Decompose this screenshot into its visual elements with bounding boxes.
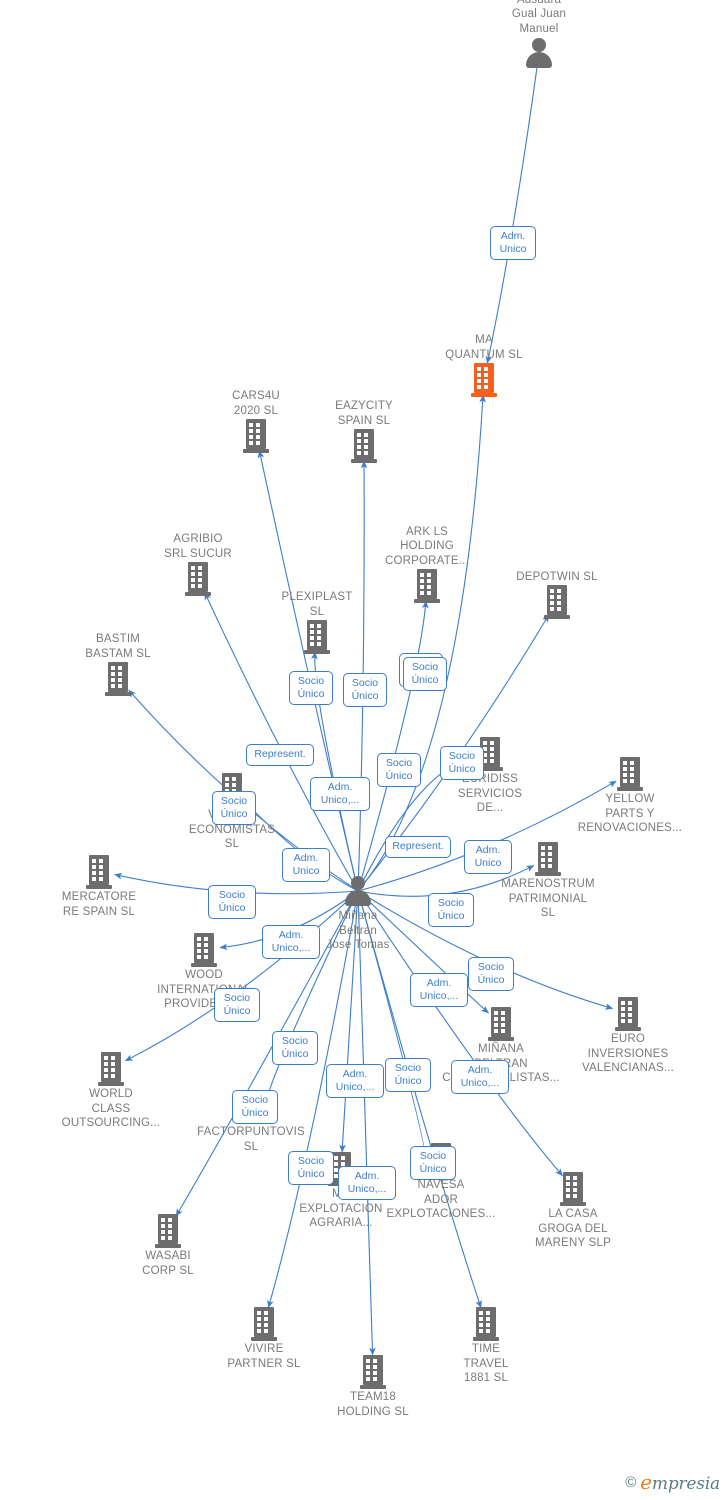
company-icon [488, 1007, 514, 1041]
graph-node-depotwin[interactable]: DEPOTWIN SL [487, 570, 627, 619]
edge-label-badge[interactable]: Socio Único [468, 957, 514, 991]
edge-label-badge[interactable]: Socio Único [343, 673, 387, 707]
company-icon [351, 429, 377, 463]
graph-node-maquantum[interactable]: MA QUANTUM SL [414, 333, 554, 397]
edge-label-badge[interactable]: Adm. Unico [464, 840, 512, 874]
company-icon [191, 933, 217, 967]
empresia-watermark: © empresia [625, 1470, 720, 1494]
company-icon [243, 419, 269, 453]
edge-label-badge[interactable]: Adm. Unico [490, 226, 536, 260]
edge-label-badge[interactable]: Adm. Unico,... [310, 777, 370, 811]
edge-label-badge[interactable]: Socio Único [214, 988, 260, 1022]
edge-label-badge[interactable]: Represent. [385, 836, 451, 858]
edge-label-badge[interactable]: Socio Único [272, 1031, 318, 1065]
graph-node-minana[interactable]: Miñana Beltran Jose Tomas [288, 874, 428, 953]
node-label: DEPOTWIN SL [516, 570, 598, 583]
company-icon [414, 569, 440, 603]
copyright-icon: © [625, 1473, 637, 1491]
node-label: ARK LS HOLDING CORPORATE... [385, 525, 469, 567]
company-icon [615, 997, 641, 1031]
graph-node-plexiplast[interactable]: PLEXIPLAST SL [247, 590, 387, 654]
graph-node-worldclass[interactable]: WORLD CLASS OUTSOURCING... [41, 1051, 181, 1131]
node-label: FACTORPUNTOVIS SL [197, 1126, 305, 1153]
edge-label-badge[interactable]: Socio Único [403, 657, 447, 691]
edge-adsuara-to-maquantum [485, 52, 540, 364]
graph-node-lacasa[interactable]: LA CASA GROGA DEL MARENY SLP [503, 1171, 643, 1251]
edge-label-badge[interactable]: Socio Único [288, 1151, 334, 1185]
edge-label-badge[interactable]: Socio Único [385, 1058, 431, 1092]
brand-initial: e [640, 1470, 652, 1494]
company-icon [544, 585, 570, 619]
graph-node-agribio[interactable]: AGRIBIO SRL SUCUR [128, 532, 268, 596]
node-label: TEAM18 HOLDING SL [337, 1391, 409, 1418]
brand-name: empresia [640, 1470, 720, 1494]
edge-label-badge[interactable]: Socio Único [212, 791, 256, 825]
network-graph-canvas[interactable]: Adsuara Gual Juan ManuelMA QUANTUM SLCAR… [0, 0, 728, 1500]
edge-label-badge[interactable]: Socio Único [410, 1146, 456, 1180]
company-icon [473, 1307, 499, 1341]
company-icon [105, 662, 131, 696]
graph-node-adsuara[interactable]: Adsuara Gual Juan Manuel [469, 0, 609, 71]
edge-label-badge[interactable]: Socio Único [377, 753, 421, 787]
company-icon-highlighted [471, 363, 497, 397]
edge-label-badge[interactable]: Adm. Unico,... [410, 973, 468, 1007]
company-icon [251, 1307, 277, 1341]
edge-minana-to-team18 [357, 890, 376, 1356]
company-icon [98, 1052, 124, 1086]
company-icon [304, 620, 330, 654]
edge-minana-to-timetravel [357, 890, 482, 1309]
node-label: MA QUANTUM SL [445, 334, 523, 361]
node-label: EAZYCITY SPAIN SL [335, 400, 393, 427]
company-icon [360, 1355, 386, 1389]
node-label: AGRIBIO SRL SUCUR [164, 533, 232, 560]
edge-label-badge[interactable]: Socio Único [428, 893, 474, 927]
company-icon [535, 842, 561, 876]
node-label: WASABI CORP SL [142, 1250, 194, 1277]
person-icon [522, 38, 556, 68]
company-icon [617, 757, 643, 791]
company-icon [86, 855, 112, 889]
edge-label-badge[interactable]: Adm. Unico,... [326, 1064, 384, 1098]
person-icon [341, 876, 375, 906]
node-label: MERCATORE RE SPAIN SL [61, 891, 137, 918]
edge-label-badge[interactable]: Adm. Unico,... [338, 1166, 396, 1200]
graph-node-yellowparts[interactable]: YELLOW PARTS Y RENOVACIONES... [560, 756, 700, 836]
node-label: BASTIM BASTAM SL [85, 633, 151, 660]
company-icon [185, 562, 211, 596]
company-icon [155, 1214, 181, 1248]
node-label: MARENOSTRUM PATRIMONIAL SL [501, 878, 595, 919]
brand-rest: mpresia [651, 1474, 720, 1494]
edge-label-badge[interactable]: Represent. [246, 744, 314, 766]
graph-node-mercatore[interactable]: MERCATORE RE SPAIN SL [29, 854, 169, 919]
node-label: WORLD CLASS OUTSOURCING... [61, 1088, 161, 1129]
edge-label-badge[interactable]: Socio Único [289, 671, 333, 705]
graph-node-wasabi[interactable]: WASABI CORP SL [98, 1213, 238, 1278]
edge-label-badge[interactable]: Adm. Unico,... [451, 1060, 509, 1094]
node-label: LA CASA GROGA DEL MARENY SLP [535, 1208, 611, 1249]
node-label: YELLOW PARTS Y RENOVACIONES... [577, 793, 683, 834]
graph-node-team18[interactable]: TEAM18 HOLDING SL [303, 1354, 443, 1419]
node-label: Adsuara Gual Juan Manuel [511, 0, 567, 35]
company-icon [560, 1172, 586, 1206]
edge-label-badge[interactable]: Socio Único [232, 1090, 278, 1124]
node-label: PLEXIPLAST SL [281, 591, 353, 618]
edge-label-badge[interactable]: Socio Único [208, 885, 256, 919]
graph-node-bastim[interactable]: BASTIM BASTAM SL [48, 632, 188, 696]
node-label: EURO INVERSIONES VALENCIANAS... [581, 1033, 675, 1074]
node-label: Miñana Beltran Jose Tomas [326, 910, 390, 951]
graph-node-eazycity[interactable]: EAZYCITY SPAIN SL [294, 399, 434, 463]
edge-label-badge[interactable]: Socio Único [440, 746, 484, 780]
graph-node-euroinv[interactable]: EURO INVERSIONES VALENCIANAS... [558, 996, 698, 1076]
